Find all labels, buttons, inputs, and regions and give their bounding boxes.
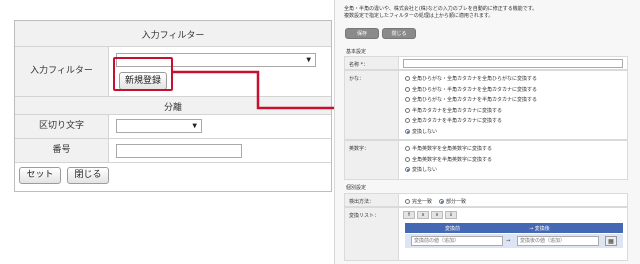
delimiter-select[interactable]: ▼ xyxy=(116,119,202,133)
dialog-close-button[interactable]: 閉じる xyxy=(382,28,416,39)
alnum-option-label: 全角英数字を半角英数字に変換する xyxy=(412,156,493,163)
connector-arrow-icon xyxy=(173,70,344,114)
match-radio[interactable] xyxy=(439,199,444,204)
col-before: 変換前 xyxy=(445,226,461,232)
delimiter-row: 区切り文字 ▼ xyxy=(15,115,331,139)
panel-header: 入力フィルター xyxy=(15,21,331,47)
panel-title: 入力フィルター xyxy=(141,31,205,41)
alnum-label: 英数字： xyxy=(349,146,370,152)
kana-option-label: 変換しない xyxy=(412,129,438,135)
after-value-input[interactable] xyxy=(517,236,599,246)
basic-settings-title: 基本設定 xyxy=(346,49,367,55)
move-up-icon[interactable]: ∧ xyxy=(417,211,429,219)
list-toolbar: ⇑ ∧ ∨ ⇓ xyxy=(403,211,457,219)
description-line-1: 全角・半角の違いや、株式会社と(株)などの入力のブレを自動的に修正する機能です。 xyxy=(344,6,538,12)
match-radio[interactable] xyxy=(405,199,410,204)
move-bottom-icon[interactable]: ⇓ xyxy=(445,211,457,219)
alnum-radio[interactable] xyxy=(405,167,410,173)
kana-radio[interactable] xyxy=(405,86,410,92)
kana-option-label: 全角ひらがな・全角カタカナを半角カタカナに変換する xyxy=(412,97,538,104)
list-add-row: → ▦ xyxy=(405,234,623,248)
match-option-label: 部分一致 xyxy=(446,199,467,205)
kana-radio[interactable] xyxy=(405,76,410,81)
filter-label: 入力フィルター xyxy=(15,47,109,96)
add-icon[interactable]: ▦ xyxy=(605,236,617,246)
delimiter-label: 区切り文字 xyxy=(15,115,109,138)
number-label: 番号 xyxy=(15,139,109,162)
match-label: 検出方法： xyxy=(349,199,375,205)
add-row-arrow: → xyxy=(506,238,511,244)
kana-radio[interactable] xyxy=(405,129,410,134)
chevron-down-icon: ▼ xyxy=(192,122,197,130)
name-row: 名称 *： xyxy=(344,56,628,70)
name-label: 名称 *： xyxy=(349,62,369,68)
kana-radio[interactable] xyxy=(405,97,410,103)
kana-option-label: 全角カタカナを半角カタカナに変換する xyxy=(412,118,503,125)
individual-settings-title: 個別設定 xyxy=(346,185,367,191)
close-button[interactable]: 閉じる xyxy=(67,167,109,184)
move-top-icon[interactable]: ⇑ xyxy=(403,211,415,219)
name-input[interactable] xyxy=(403,59,623,68)
kana-option-label: 全角ひらがな・半角カタカナを全角カタカナに変換する xyxy=(412,86,538,93)
match-row: 検出方法： 完全一致 部分一致 xyxy=(344,193,628,207)
number-row: 番号 xyxy=(15,139,331,163)
kana-option-label: 半角カタカナを全角カタカナに変換する xyxy=(412,107,503,114)
kana-radio[interactable] xyxy=(405,118,410,124)
list-label: 変換リスト： xyxy=(349,213,380,219)
kana-radio[interactable] xyxy=(405,107,410,113)
list-table-header: 変換前 → 変換後 xyxy=(405,223,623,233)
save-button[interactable]: 保存 xyxy=(345,28,379,39)
action-row: セット 閉じる xyxy=(15,163,331,191)
highlight-box xyxy=(113,57,173,91)
alnum-radio[interactable] xyxy=(405,146,410,151)
description-line-2: 複数設定で指定したフィルターの処理は上から順に適用されます。 xyxy=(344,13,494,19)
chevron-down-icon: ▼ xyxy=(306,56,311,64)
move-down-icon[interactable]: ∨ xyxy=(431,211,443,219)
alnum-row: 英数字： 半角英数字を全角英数字に変換する 全角英数字を半角英数字に変換する 変換し… xyxy=(344,140,628,180)
number-input[interactable] xyxy=(116,144,242,158)
before-value-input[interactable] xyxy=(411,236,503,246)
kana-option-label: 全角ひらがな・全角カタカナを全角ひらがなに変換する xyxy=(412,76,538,82)
match-option-label: 完全一致 xyxy=(412,199,433,205)
conversion-list-row: 変換リスト： ⇑ ∧ ∨ ⇓ 変換前 → 変換後 → ▦ xyxy=(344,207,628,261)
alnum-option-label: 変換しない xyxy=(412,167,438,174)
alnum-option-label: 半角英数字を全角英数字に変換する xyxy=(412,146,493,152)
col-after: → 変換後 xyxy=(529,226,550,232)
kana-row: かな： 全角ひらがな・全角カタカナを全角ひらがなに変換する 全角ひらがな・半角カタ… xyxy=(344,70,628,140)
alnum-radio[interactable] xyxy=(405,156,410,162)
kana-label: かな： xyxy=(349,76,365,82)
set-button[interactable]: セット xyxy=(19,167,61,184)
